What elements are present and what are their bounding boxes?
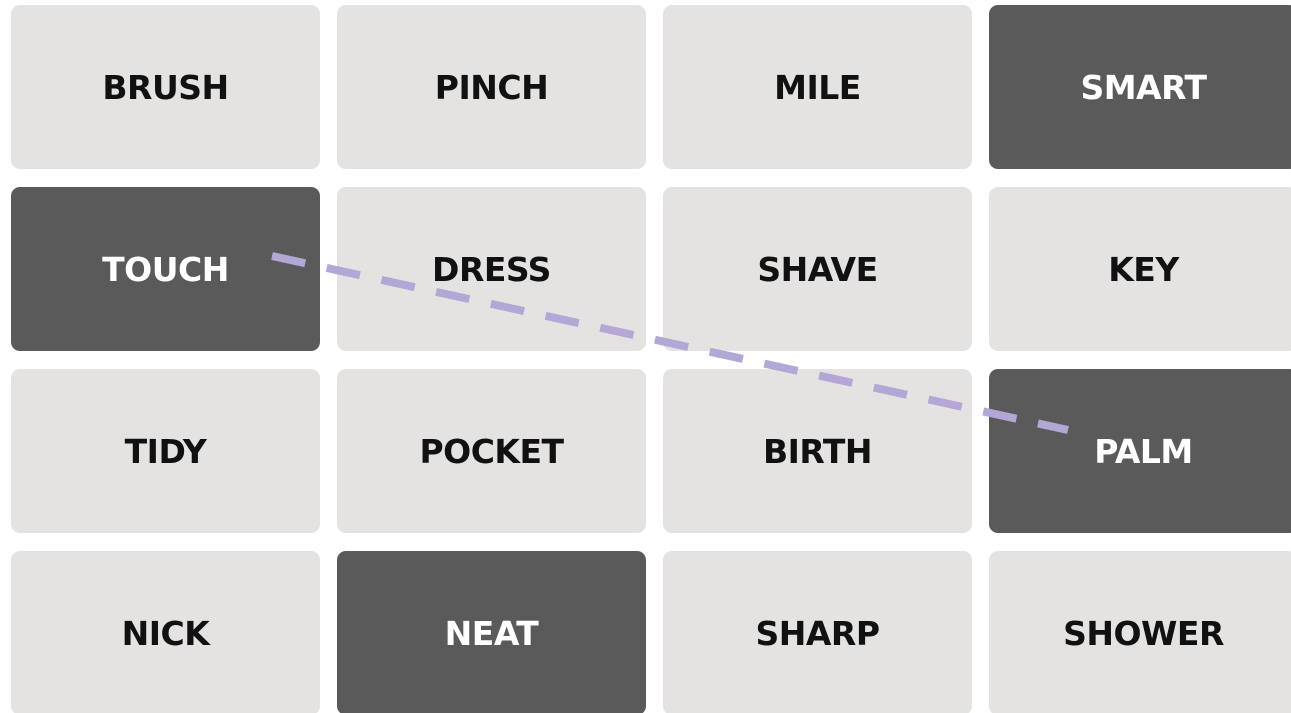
word-tile[interactable]: SHAVE — [663, 187, 972, 351]
word-tile[interactable]: BRUSH — [11, 5, 320, 169]
word-tile[interactable]: SHARP — [663, 551, 972, 713]
word-tile[interactable]: TOUCH — [11, 187, 320, 351]
word-tile[interactable]: PINCH — [337, 5, 646, 169]
word-tile[interactable]: MILE — [663, 5, 972, 169]
word-grid: BRUSH PINCH MILE SMART TOUCH DRESS SHAVE… — [11, 5, 1291, 713]
word-tile[interactable]: PALM — [989, 369, 1291, 533]
word-tile[interactable]: NEAT — [337, 551, 646, 713]
word-tile[interactable]: NICK — [11, 551, 320, 713]
word-tile[interactable]: TIDY — [11, 369, 320, 533]
word-tile[interactable]: SHOWER — [989, 551, 1291, 713]
word-tile[interactable]: DRESS — [337, 187, 646, 351]
word-tile[interactable]: SMART — [989, 5, 1291, 169]
word-tile[interactable]: BIRTH — [663, 369, 972, 533]
word-tile[interactable]: POCKET — [337, 369, 646, 533]
word-tile[interactable]: KEY — [989, 187, 1291, 351]
game-board: BRUSH PINCH MILE SMART TOUCH DRESS SHAVE… — [0, 0, 1291, 713]
